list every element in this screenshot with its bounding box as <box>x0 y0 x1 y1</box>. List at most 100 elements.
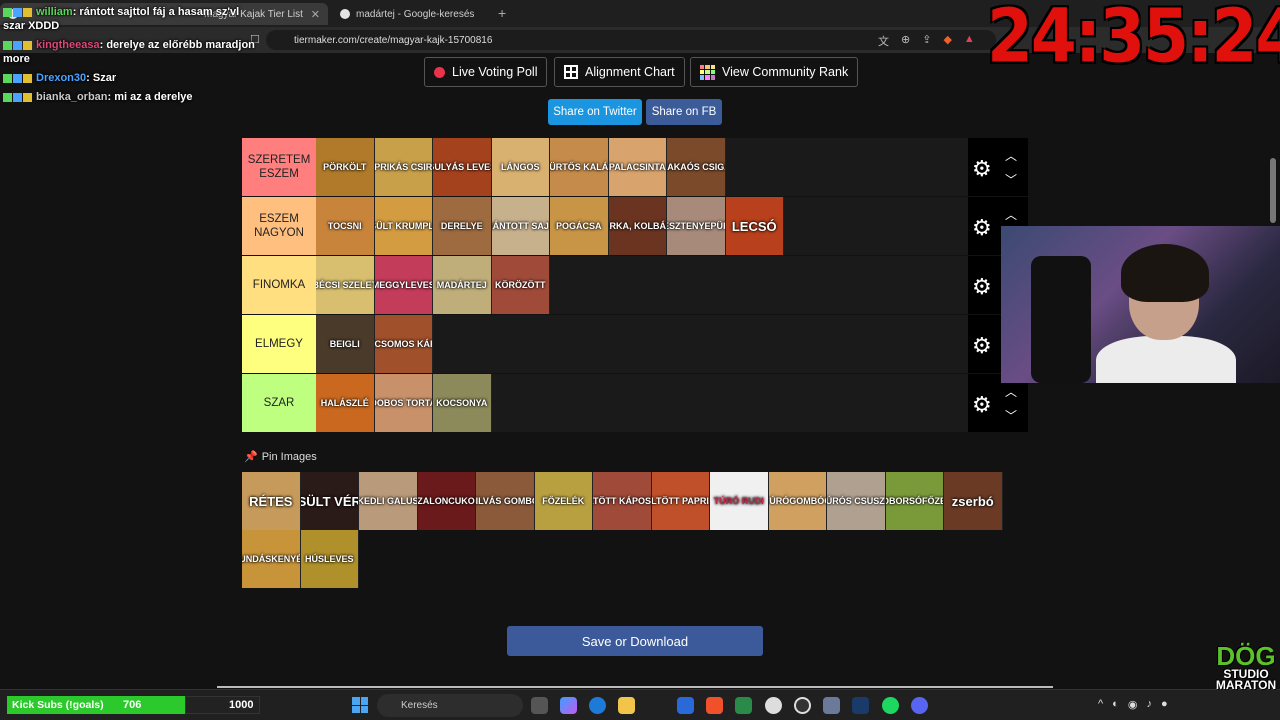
food-card[interactable]: HALÁSZLÉ <box>316 374 375 432</box>
windows-start-icon[interactable] <box>352 697 368 713</box>
community-rank-button[interactable]: View Community Rank <box>690 57 859 87</box>
save-download-button[interactable]: Save or Download <box>507 626 763 656</box>
food-card[interactable]: DOBOS TORTA <box>374 374 433 432</box>
food-card[interactable]: PÁRKA, KOLBÁSZ <box>608 197 667 255</box>
task-view-icon[interactable] <box>531 697 548 714</box>
alignment-chart-button[interactable]: Alignment Chart <box>554 57 685 87</box>
chat-badges-icon <box>3 90 33 104</box>
chrome-icon[interactable] <box>794 697 811 714</box>
file-explorer-icon[interactable] <box>618 697 635 714</box>
taskbar-search[interactable]: Keresés <box>377 694 523 717</box>
tier-label[interactable]: SZERETEM ESZEM <box>242 138 316 196</box>
food-card[interactable]: MADÁRTEJ <box>433 256 492 314</box>
tier-label[interactable]: FINOMKA <box>242 256 316 314</box>
food-card[interactable]: KÖRÖZÖTT <box>491 256 550 314</box>
chevron-up-icon[interactable]: ︿ <box>1005 206 1017 223</box>
brave-browser-icon[interactable] <box>706 697 723 714</box>
gear-icon[interactable]: ⚙ <box>972 392 992 418</box>
browser-tab-google[interactable]: madártej - Google-keresés <box>332 3 490 25</box>
marathon-timer: 24:35:24 <box>987 0 1280 80</box>
tab-title: madártej - Google-keresés <box>356 8 475 20</box>
gear-icon[interactable]: ⚙ <box>972 156 992 182</box>
pool-food-card[interactable]: TÖLTÖTT PAPRIKA <box>651 472 710 530</box>
pool-food-card[interactable]: TÚRÓS CSUSZA <box>827 472 886 530</box>
steam-icon[interactable] <box>852 697 869 714</box>
discord-icon[interactable] <box>911 697 928 714</box>
brave-shield-icon[interactable]: ◆ <box>943 33 951 49</box>
tray-app-icon[interactable]: ◐ <box>1112 698 1119 711</box>
pool-food-card[interactable]: NOKEDLI GALUSKA <box>359 472 418 530</box>
food-card[interactable]: TOCSNI <box>316 197 375 255</box>
food-card[interactable]: LÁNGOS <box>491 138 550 196</box>
rewards-icon[interactable]: ▲ <box>964 33 975 49</box>
share-fb-button[interactable]: Share on FB <box>646 99 722 125</box>
food-card[interactable]: GESZTENYEPÜRÉ <box>667 197 726 255</box>
food-card[interactable]: DERELYE <box>433 197 492 255</box>
pool-food-card[interactable]: TÚRÓ RUDI <box>710 472 769 530</box>
tray-mic-icon[interactable]: ● <box>1161 698 1168 711</box>
copilot-icon[interactable] <box>560 697 577 714</box>
pool-food-card[interactable]: SZILVÁS GOMBÓC <box>476 472 535 530</box>
share-twitter-button[interactable]: Share on Twitter <box>548 99 642 125</box>
pin-images-toggle[interactable]: 📌 Pin Images <box>244 450 317 464</box>
spotify-icon[interactable] <box>882 697 899 714</box>
food-card[interactable]: PÖRKÖLT <box>316 138 375 196</box>
food-card[interactable]: PRIKÁS CSIR <box>374 138 433 196</box>
pool-food-card[interactable]: RÉTES <box>242 472 301 530</box>
food-card[interactable]: GULYÁS LEVES <box>433 138 492 196</box>
food-card[interactable]: PALACSINTA <box>608 138 667 196</box>
pool-food-card[interactable]: BUNDÁSKENYÉR <box>242 530 301 588</box>
chat-username[interactable]: william <box>36 6 73 18</box>
tier-label[interactable]: SZAR <box>242 374 316 432</box>
pool-food-card[interactable]: FŐZELÉK <box>534 472 593 530</box>
food-card[interactable]: MEGGYLEVES <box>374 256 433 314</box>
pool-food-card[interactable]: zserbó <box>944 472 1003 530</box>
chevron-down-icon[interactable]: ﹀ <box>1005 171 1017 188</box>
chat-username[interactable]: Drexon30 <box>36 72 86 84</box>
gear-icon[interactable]: ⚙ <box>972 274 992 300</box>
tier-grid-icon <box>700 64 715 80</box>
tray-chevron-icon[interactable]: ^ <box>1098 698 1103 711</box>
live-voting-poll-button[interactable]: Live Voting Poll <box>424 57 548 87</box>
pool-food-card[interactable]: SZALONCUKOR <box>417 472 476 530</box>
tier-label[interactable]: ESZEM NAGYON <box>242 197 316 255</box>
mail-icon[interactable] <box>677 697 694 714</box>
tray-volume-icon[interactable]: ♪ <box>1146 698 1152 711</box>
pool-food-card[interactable]: SÜLT VÉR <box>300 472 359 530</box>
chevron-up-icon[interactable]: ︿ <box>1005 147 1017 164</box>
food-card[interactable]: SÜLT KRUMPLI <box>374 197 433 255</box>
gear-icon[interactable]: ⚙ <box>972 215 992 241</box>
pool-food-card[interactable]: TÖLTÖTT KÁPOSZTA <box>593 472 652 530</box>
food-card[interactable]: RÁNTOTT SAJT <box>491 197 550 255</box>
tier-label[interactable]: ELMEGY <box>242 315 316 373</box>
excel-icon[interactable] <box>735 697 752 714</box>
chat-username[interactable]: bianka_orban <box>36 91 108 103</box>
gear-icon[interactable]: ⚙ <box>972 333 992 359</box>
food-card[interactable]: KAKAÓS CSIGA <box>667 138 726 196</box>
food-card[interactable]: BEIGLI <box>316 315 375 373</box>
food-card[interactable]: LECSÓ <box>725 197 784 255</box>
obs-icon[interactable] <box>765 697 782 714</box>
page-scrollbar[interactable] <box>1270 158 1276 223</box>
food-card[interactable]: KOCSONYA <box>433 374 492 432</box>
translate-icon[interactable]: 文 <box>878 33 889 49</box>
settings-icon[interactable] <box>823 697 840 714</box>
food-card[interactable]: KÜRTŐS KALÁC <box>550 138 609 196</box>
pool-food-card[interactable]: TÚRÓGOMBÓC <box>768 472 827 530</box>
food-card[interactable]: POGÁCSA <box>550 197 609 255</box>
close-tab-icon[interactable]: ✕ <box>311 8 320 21</box>
pool-food-card[interactable]: ZÖLDBORSÓFŐZELÉK <box>885 472 944 530</box>
food-card[interactable]: PARADICSOMOS KÁPOSZTA <box>374 315 433 373</box>
tray-network-icon[interactable]: ◉ <box>1128 698 1138 711</box>
edge-icon[interactable] <box>589 697 606 714</box>
new-tab-icon[interactable]: + <box>498 5 506 21</box>
food-card[interactable]: BÉCSI SZELET <box>316 256 375 314</box>
zoom-icon[interactable]: ⊕ <box>901 33 910 49</box>
logo-line-1: DÖG <box>1216 641 1276 671</box>
chat-username[interactable]: kingtheeasa <box>36 39 100 51</box>
chat-badges-icon <box>3 38 33 52</box>
chevron-up-icon[interactable]: ︿ <box>1005 383 1017 400</box>
pool-food-card[interactable]: HÚSLEVES <box>300 530 359 588</box>
share-icon[interactable]: ⇪ <box>922 33 931 49</box>
chevron-down-icon[interactable]: ﹀ <box>1005 407 1017 424</box>
